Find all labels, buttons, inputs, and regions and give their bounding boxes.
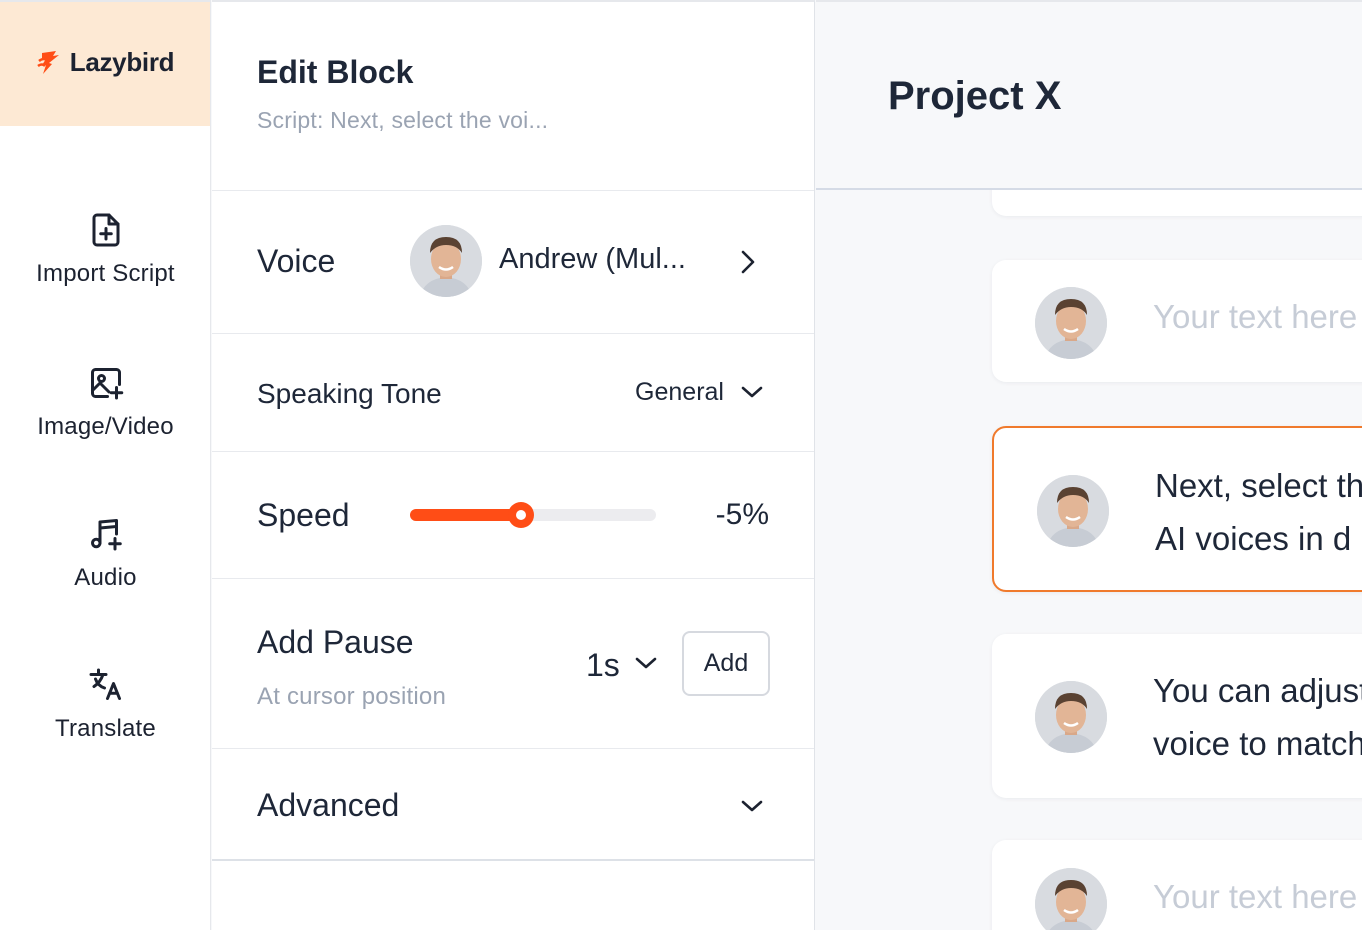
logo[interactable]: Lazybird xyxy=(0,2,210,126)
script-block-active[interactable]: Next, select the AI voices in d xyxy=(992,426,1362,592)
chevron-right-icon[interactable] xyxy=(736,248,760,276)
block-avatar xyxy=(1035,681,1107,753)
block-avatar xyxy=(1035,287,1107,359)
block-text-line[interactable]: Next, select the xyxy=(1155,459,1362,512)
block-text-line[interactable]: voice to match xyxy=(1153,717,1362,770)
script-block[interactable]: You can adjust voice to match xyxy=(992,634,1362,798)
voice-label: Voice xyxy=(257,243,336,279)
voice-name: Andrew (Mul... xyxy=(499,243,686,275)
advanced-label: Advanced xyxy=(257,787,400,823)
speed-label: Speed xyxy=(257,497,350,533)
block-text-line[interactable]: You can adjust xyxy=(1153,664,1362,717)
lazybird-logo-icon xyxy=(36,51,59,74)
chevron-down-icon[interactable] xyxy=(740,384,764,400)
speed-value: -5% xyxy=(715,498,769,531)
avatar-image xyxy=(1037,475,1109,547)
left-nav: Lazybird Import Script Image/Video Audio xyxy=(0,0,211,930)
speed-slider-thumb[interactable] xyxy=(508,502,534,528)
project-area: Project X Your text here Next, select th… xyxy=(816,0,1362,930)
add-pause-button[interactable]: Add xyxy=(682,631,770,696)
project-header: Project X xyxy=(816,2,1362,190)
nav-label: Image/Video xyxy=(37,413,174,440)
avatar-image xyxy=(1035,287,1107,359)
speed-slider[interactable] xyxy=(410,502,656,528)
avatar-image xyxy=(1035,868,1107,930)
nav-import-script[interactable]: Import Script xyxy=(0,212,211,288)
speed-row: Speed -5% xyxy=(212,452,814,579)
file-plus-icon xyxy=(92,213,119,247)
nav-translate[interactable]: Translate xyxy=(0,667,211,743)
voice-avatar xyxy=(410,225,482,297)
avatar-image xyxy=(410,225,482,297)
add-pause-row: Add Pause At cursor position 1s Add xyxy=(212,579,814,749)
block-text-line[interactable]: AI voices in d xyxy=(1155,512,1351,565)
speed-slider-fill xyxy=(410,509,521,521)
brand-name: Lazybird xyxy=(69,46,175,77)
script-block[interactable]: Your text here xyxy=(992,260,1362,382)
speaking-tone-select[interactable]: General xyxy=(635,378,724,407)
music-plus-icon xyxy=(90,519,122,551)
speaking-tone-label: Speaking Tone xyxy=(257,378,442,409)
speaking-tone-row: Speaking Tone General xyxy=(212,334,814,452)
add-pause-hint: At cursor position xyxy=(257,683,447,710)
nav-label: Import Script xyxy=(36,260,175,287)
block-avatar xyxy=(1037,475,1109,547)
pause-duration-select[interactable]: 1s xyxy=(586,647,620,684)
block-avatar xyxy=(1035,868,1107,930)
panel-header: Edit Block Script: Next, select the voi.… xyxy=(212,2,814,191)
panel-title: Edit Block xyxy=(257,54,414,90)
image-plus-icon xyxy=(90,368,123,400)
chevron-down-icon[interactable] xyxy=(740,798,764,814)
nav-label: Translate xyxy=(55,715,156,742)
project-title: Project X xyxy=(888,74,1062,118)
block-text[interactable]: Your text here xyxy=(1153,290,1357,343)
block-text[interactable]: Your text here xyxy=(1153,870,1357,923)
add-pause-label: Add Pause xyxy=(257,624,414,660)
translate-icon xyxy=(89,668,121,700)
script-preview: Script: Next, select the voi... xyxy=(257,107,549,133)
chevron-down-icon[interactable] xyxy=(634,655,658,671)
avatar-image xyxy=(1035,681,1107,753)
nav-image-video[interactable]: Image/Video xyxy=(0,365,211,441)
advanced-row[interactable]: Advanced xyxy=(212,749,814,861)
edit-block-panel: Edit Block Script: Next, select the voi.… xyxy=(212,0,815,930)
nav-label: Audio xyxy=(74,564,137,591)
nav-audio[interactable]: Audio xyxy=(0,516,211,592)
voice-row[interactable]: Voice Andrew (Mul... xyxy=(212,191,814,334)
script-block[interactable]: Your text here xyxy=(992,840,1362,930)
